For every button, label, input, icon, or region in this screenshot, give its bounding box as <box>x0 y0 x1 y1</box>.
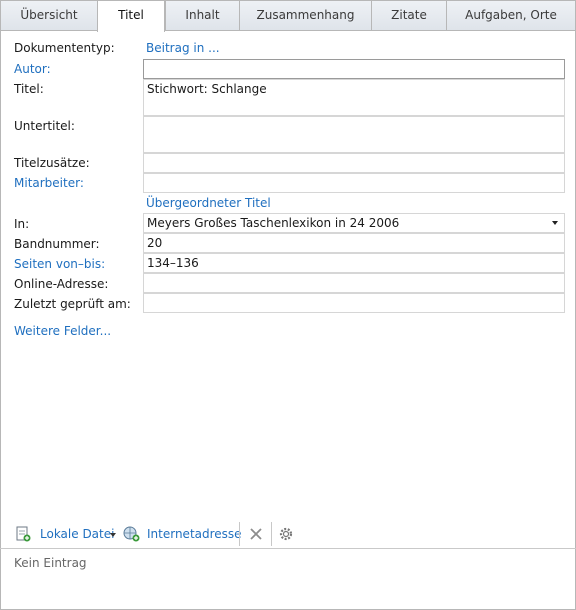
web-link-icon[interactable] <box>123 526 141 542</box>
titelzusaetze-field[interactable] <box>143 153 565 173</box>
in-dropdown[interactable]: Meyers Großes Taschenlexikon in 24 2006 <box>143 213 565 233</box>
local-file-icon[interactable] <box>15 526 31 542</box>
dokumententyp-link[interactable]: Beitrag in ... <box>146 41 220 55</box>
seiten-value: 134–136 <box>147 256 199 270</box>
delete-icon[interactable] <box>248 526 264 542</box>
tab-aufgaben-orte[interactable]: Aufgaben, Orte <box>446 0 576 30</box>
status-text: Kein Eintrag <box>14 556 87 570</box>
zuletzt-geprueft-field[interactable] <box>143 293 565 313</box>
titelzusaetze-label: Titelzusätze: <box>14 156 90 170</box>
bandnummer-value: 20 <box>147 236 163 250</box>
untertitel-label: Untertitel: <box>14 119 75 133</box>
mitarbeiter-field[interactable] <box>143 173 565 193</box>
toolbar-divider <box>271 522 272 546</box>
seiten-field[interactable]: 134–136 <box>143 253 565 273</box>
weitere-felder-link[interactable]: Weitere Felder... <box>14 324 111 338</box>
tab-bar: Übersicht Titel Inhalt Zusammenhang Zita… <box>0 0 576 32</box>
in-label: In: <box>14 217 30 231</box>
dropdown-arrow-icon[interactable] <box>110 533 116 537</box>
toolbar-divider <box>239 522 240 546</box>
autor-field[interactable] <box>143 59 565 79</box>
toolbar-bottom-border <box>0 548 576 549</box>
lokale-datei-button[interactable]: Lokale Datei <box>40 527 114 541</box>
bandnummer-field[interactable]: 20 <box>143 233 565 253</box>
mitarbeiter-label-link[interactable]: Mitarbeiter: <box>14 176 84 190</box>
titel-label: Titel: <box>14 82 44 96</box>
tab-titel[interactable]: Titel <box>97 0 165 32</box>
seiten-label-link[interactable]: Seiten von–bis: <box>14 257 105 271</box>
settings-icon[interactable] <box>278 526 294 542</box>
tab-underline <box>0 30 576 31</box>
online-adresse-field[interactable] <box>143 273 565 293</box>
tab-inhalt[interactable]: Inhalt <box>165 0 239 30</box>
online-adresse-label: Online-Adresse: <box>14 277 109 291</box>
titel-field[interactable]: Stichwort: Schlange <box>143 79 565 116</box>
attachment-toolbar: Lokale Datei Internetadresse <box>0 518 576 548</box>
parent-title-heading-link[interactable]: Übergeordneter Titel <box>146 196 271 210</box>
zuletzt-geprueft-label: Zuletzt geprüft am: <box>14 297 131 311</box>
titel-value: Stichwort: Schlange <box>147 82 267 96</box>
tab-zitate[interactable]: Zitate <box>371 0 446 30</box>
dokumententyp-label: Dokumententyp: <box>14 41 115 55</box>
tab-uebersicht[interactable]: Übersicht <box>0 0 97 30</box>
internetadresse-button[interactable]: Internetadresse <box>147 527 242 541</box>
untertitel-field[interactable] <box>143 116 565 153</box>
autor-label-link[interactable]: Autor: <box>14 62 51 76</box>
bandnummer-label: Bandnummer: <box>14 237 100 251</box>
tab-zusammenhang[interactable]: Zusammenhang <box>239 0 371 30</box>
in-value: Meyers Großes Taschenlexikon in 24 2006 <box>147 216 400 230</box>
dropdown-arrow-icon[interactable] <box>552 221 558 225</box>
